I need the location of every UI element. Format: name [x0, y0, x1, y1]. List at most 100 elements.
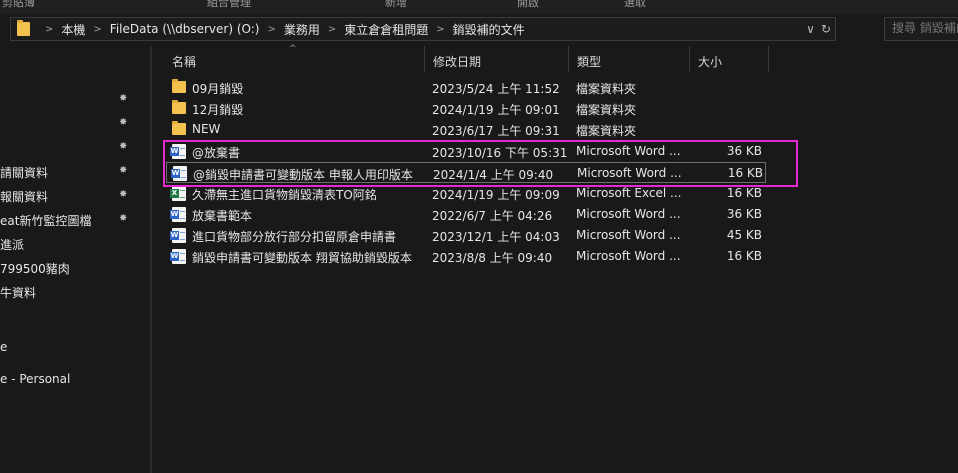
column-header-size-label: 大小: [698, 55, 723, 69]
ribbon-organize[interactable]: 組合管理: [207, 0, 251, 10]
file-row[interactable]: X 久滯無主進口貨物銷毀清表TO阿銘 2024/1/19 上午 09:09 Mi…: [166, 183, 766, 204]
address-controls: ∨ ↻: [806, 18, 831, 40]
file-row[interactable]: W 進口貨物部分放行部分扣留原倉申請書 2023/12/1 上午 04:03 M…: [166, 225, 766, 246]
column-header-name-label: 名稱: [172, 55, 197, 69]
file-row[interactable]: W 放棄書範本 2022/6/7 上午 04:26 Microsoft Word…: [166, 204, 766, 225]
word-document-icon: W: [170, 249, 186, 264]
file-type: Microsoft Word ...: [576, 144, 681, 158]
nav-item-label: 請關資料: [0, 166, 49, 180]
nav-item[interactable]: eat新竹監控圖檔 ✸: [0, 208, 135, 230]
file-name: 09月銷毀: [192, 82, 244, 96]
ribbon-clipboard[interactable]: 剪貼簿: [2, 0, 35, 10]
nav-item[interactable]: [0, 304, 135, 326]
file-row[interactable]: W 銷毀申請書可變動版本 翔貿協助銷毀版本 2023/8/8 上午 09:40 …: [166, 246, 766, 267]
column-header-name[interactable]: 名稱: [164, 46, 425, 72]
file-date: 2022/6/7 上午 04:26: [432, 209, 553, 223]
chevron-right-icon[interactable]: >: [328, 24, 336, 35]
file-type: 檔案資料夾: [576, 124, 637, 138]
nav-item[interactable]: ✸: [0, 88, 135, 110]
file-type: Microsoft Word ...: [576, 228, 681, 242]
nav-item[interactable]: 報關資料 ✸: [0, 184, 135, 206]
breadcrumb: > 本機 > FileData (\\dbserver) (O:) > 業務用 …: [37, 18, 525, 40]
pin-icon: ✸: [119, 117, 128, 128]
nav-item-label: 799500豬肉: [0, 262, 70, 276]
file-type: 檔案資料夾: [576, 103, 637, 117]
nav-item[interactable]: ✸: [0, 136, 135, 158]
folder-icon: [17, 20, 30, 36]
file-size: 16 KB: [726, 249, 762, 263]
search-box[interactable]: [884, 17, 958, 41]
breadcrumb-current-folder[interactable]: 銷毀補的文件: [453, 21, 525, 38]
file-name: 12月銷毀: [192, 103, 244, 117]
search-input[interactable]: [892, 21, 958, 35]
file-name: 久滯無主進口貨物銷毀清表TO阿銘: [192, 188, 377, 202]
column-header-size[interactable]: 大小: [690, 46, 769, 72]
word-document-icon: W: [170, 228, 186, 243]
file-size: 36 KB: [726, 207, 762, 221]
address-history-dropdown[interactable]: ∨: [806, 22, 815, 36]
ribbon-select[interactable]: 選取: [624, 0, 646, 10]
file-size: 36 KB: [726, 144, 762, 158]
nav-item-label: 進派: [0, 238, 25, 252]
chevron-right-icon[interactable]: >: [45, 24, 53, 35]
nav-item-label: 牛資料: [0, 286, 37, 300]
column-header-date-label: 修改日期: [433, 55, 482, 69]
nav-item-label: eat新竹監控圖檔: [0, 214, 92, 228]
ribbon-open[interactable]: 開啟: [517, 0, 539, 10]
nav-item[interactable]: ✸: [0, 112, 135, 134]
file-type: Microsoft Excel ...: [576, 186, 682, 200]
ribbon-command-bar: 剪貼簿 組合管理 新增 開啟 選取: [0, 0, 958, 14]
address-bar[interactable]: > 本機 > FileData (\\dbserver) (O:) > 業務用 …: [10, 17, 836, 41]
nav-item-label: 報關資料: [0, 190, 49, 204]
file-date: 2024/1/4 上午 09:40: [433, 168, 554, 182]
folder-icon: [172, 79, 186, 93]
file-row[interactable]: W @放棄書 2023/10/16 下午 05:31 Microsoft Wor…: [166, 141, 766, 162]
file-name: NEW: [192, 122, 221, 136]
nav-item[interactable]: 牛資料: [0, 280, 135, 302]
word-document-icon: W: [170, 144, 186, 159]
column-header-type-label: 類型: [577, 55, 602, 69]
file-row[interactable]: 09月銷毀 2023/5/24 上午 11:52 檔案資料夾: [166, 77, 766, 98]
file-date: 2023/12/1 上午 04:03: [432, 230, 560, 244]
file-row-selected[interactable]: W @銷毀申請書可變動版本 申報人用印版本 2024/1/4 上午 09:40 …: [166, 162, 766, 183]
file-name: 進口貨物部分放行部分扣留原倉申請書: [192, 230, 397, 244]
ribbon-new[interactable]: 新增: [385, 0, 407, 10]
file-date: 2023/5/24 上午 11:52: [432, 82, 560, 96]
nav-item[interactable]: e - Personal: [0, 368, 135, 390]
nav-item[interactable]: 799500豬肉: [0, 256, 135, 278]
column-header-date[interactable]: 修改日期: [425, 46, 569, 72]
breadcrumb-business[interactable]: 業務用: [284, 21, 320, 38]
file-date: 2024/1/19 上午 09:09: [432, 188, 560, 202]
file-size: 45 KB: [726, 228, 762, 242]
file-date: 2024/1/19 上午 09:01: [432, 103, 560, 117]
nav-item-label: e - Personal: [0, 372, 71, 386]
pin-icon: ✸: [119, 165, 128, 176]
breadcrumb-warehouse[interactable]: 東立倉倉租問題: [344, 21, 428, 38]
chevron-right-icon[interactable]: >: [436, 24, 444, 35]
navigation-pane: ✸ ✸ ✸ 請關資料 ✸ 報關資料 ✸ eat新竹監控圖檔 ✸ 進派 799500豬肉…: [0, 46, 141, 473]
refresh-icon[interactable]: ↻: [821, 22, 831, 36]
file-type: 檔案資料夾: [576, 82, 637, 96]
nav-item[interactable]: 進派: [0, 232, 135, 254]
breadcrumb-this-pc[interactable]: 本機: [61, 21, 85, 38]
word-document-icon: W: [171, 166, 187, 181]
pin-icon: ✸: [119, 93, 128, 104]
file-name: @銷毀申請書可變動版本 申報人用印版本: [193, 168, 413, 182]
file-date: 2023/10/16 下午 05:31: [432, 146, 568, 160]
file-type: Microsoft Word ...: [576, 249, 681, 263]
file-date: 2023/8/8 上午 09:40: [432, 251, 553, 265]
pin-icon: ✸: [119, 141, 128, 152]
nav-item[interactable]: e: [0, 336, 135, 358]
column-header-type[interactable]: 類型: [569, 46, 690, 72]
file-type: Microsoft Word ...: [576, 207, 681, 221]
file-name: @放棄書: [192, 146, 241, 160]
nav-item[interactable]: 請關資料 ✸: [0, 160, 135, 182]
file-size: 16 KB: [727, 166, 763, 180]
pin-icon: ✸: [119, 213, 128, 224]
breadcrumb-drive[interactable]: FileData (\\dbserver) (O:): [110, 22, 260, 36]
file-row[interactable]: NEW 2023/6/17 上午 09:31 檔案資料夾: [166, 119, 766, 140]
file-name: 放棄書範本: [192, 209, 253, 223]
chevron-right-icon[interactable]: >: [93, 24, 101, 35]
chevron-right-icon[interactable]: >: [267, 24, 275, 35]
file-row[interactable]: 12月銷毀 2024/1/19 上午 09:01 檔案資料夾: [166, 98, 766, 119]
